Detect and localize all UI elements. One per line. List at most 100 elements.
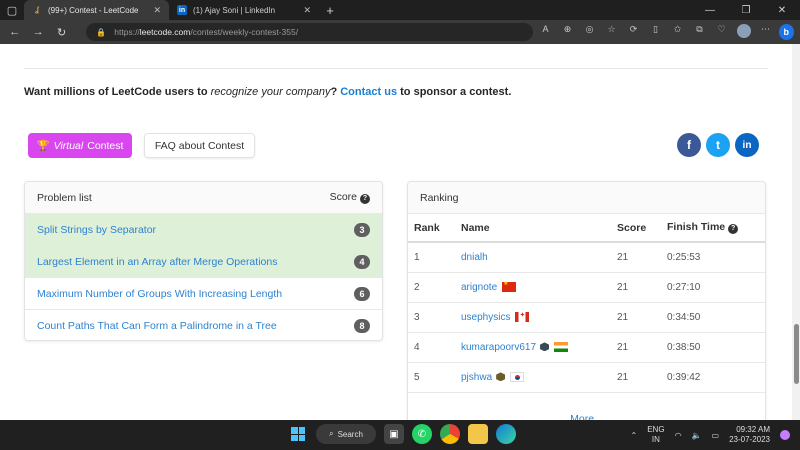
- browser-tab-bar: ▢ ʆ (99+) Contest - LeetCode ✕ in (1) Aj…: [0, 0, 800, 20]
- battery-icon[interactable]: ▭: [712, 431, 720, 440]
- user-link[interactable]: usephysics: [461, 312, 510, 323]
- new-tab-icon[interactable]: +: [319, 0, 341, 20]
- problem-row[interactable]: Maximum Number of Groups With Increasing…: [25, 278, 382, 310]
- rank-cell: 2: [408, 272, 455, 303]
- help-icon[interactable]: ?: [728, 223, 739, 234]
- system-tray: ⌃ ENG IN ◠ 🔈 ▭ 09:32 AM 23-07-2023: [631, 420, 790, 450]
- problem-list-header: Problem list Score?: [25, 182, 382, 214]
- points-badge: 6: [354, 286, 370, 301]
- faq-button[interactable]: FAQ about Contest: [144, 133, 255, 158]
- problem-row[interactable]: Count Paths That Can Form a Palindrome i…: [25, 310, 382, 340]
- edge-icon[interactable]: [496, 424, 516, 444]
- user-link[interactable]: kumarapoorv617: [461, 342, 536, 353]
- time-cell: 0:39:42: [661, 362, 765, 393]
- search-label: Search: [337, 429, 363, 439]
- points-badge: 3: [354, 222, 370, 237]
- linkedin-share-icon[interactable]: in: [735, 133, 759, 157]
- time-cell: 0:38:50: [661, 332, 765, 363]
- favorites-icon[interactable]: ✩: [671, 24, 685, 40]
- extensions-icon[interactable]: ⟳: [627, 24, 641, 40]
- problem-list-card: Problem list Score? Split Strings by Sep…: [24, 181, 383, 341]
- problem-link[interactable]: Count Paths That Can Form a Palindrome i…: [37, 320, 277, 332]
- close-tab-icon[interactable]: ✕: [153, 5, 161, 16]
- time-cell: 0:34:50: [661, 302, 765, 333]
- start-icon[interactable]: [288, 424, 308, 444]
- sponsor-italic-text: recognize your company: [210, 86, 331, 98]
- notification-icon[interactable]: [780, 430, 790, 440]
- table-row: 2 arignote 21 0:27:10: [408, 272, 765, 303]
- score-cell: 21: [611, 272, 661, 303]
- favorite-icon[interactable]: ☆: [605, 24, 619, 40]
- refresh-icon[interactable]: ↻: [53, 23, 70, 41]
- browser-essentials-icon[interactable]: ♡: [715, 24, 729, 40]
- url-field[interactable]: 🔒 https://leetcode.com/contest/weekly-co…: [86, 23, 533, 41]
- back-icon[interactable]: ←: [6, 23, 23, 41]
- twitter-share-icon[interactable]: t: [706, 133, 730, 157]
- tab-title: (99+) Contest - LeetCode: [48, 5, 139, 15]
- problem-link[interactable]: Split Strings by Separator: [37, 224, 156, 236]
- ranking-card: Ranking Rank Name Score Finish Time? 1 d…: [407, 181, 766, 420]
- rank-cell: 4: [408, 332, 455, 363]
- whatsapp-icon[interactable]: ✆: [412, 424, 432, 444]
- profile-avatar[interactable]: [736, 24, 751, 40]
- sponsor-text: to sponsor a contest.: [397, 86, 512, 98]
- page-scrollbar[interactable]: [792, 44, 800, 420]
- user-link[interactable]: dnialh: [461, 252, 488, 263]
- minimize-icon[interactable]: —: [692, 0, 728, 20]
- volume-icon[interactable]: 🔈: [692, 431, 702, 440]
- virtual-contest-button[interactable]: 🏆 Virtual Contest: [28, 133, 132, 158]
- user-link[interactable]: pjshwa: [461, 372, 492, 383]
- read-aloud-icon[interactable]: A: [539, 24, 553, 40]
- collections-icon[interactable]: ⧉: [693, 24, 707, 40]
- problem-row[interactable]: Split Strings by Separator 3: [25, 214, 382, 246]
- tab-leetcode[interactable]: ʆ (99+) Contest - LeetCode ✕: [24, 0, 169, 20]
- chrome-icon[interactable]: [440, 424, 460, 444]
- task-view-icon[interactable]: ▣: [384, 424, 404, 444]
- wifi-icon[interactable]: ◠: [675, 431, 682, 440]
- file-explorer-icon[interactable]: [468, 424, 488, 444]
- help-icon[interactable]: ?: [360, 193, 370, 204]
- tracking-icon[interactable]: ◎: [583, 24, 597, 40]
- scrollbar-thumb[interactable]: [794, 324, 799, 384]
- points-badge: 4: [354, 254, 370, 269]
- column-score: Score: [611, 214, 661, 243]
- forward-icon[interactable]: →: [29, 23, 46, 41]
- zoom-icon[interactable]: ⊕: [561, 24, 575, 40]
- url-text: https://leetcode.com/contest/weekly-cont…: [114, 27, 299, 37]
- china-flag-icon: [502, 280, 517, 292]
- more-link[interactable]: More...: [408, 408, 765, 420]
- bing-chat-icon[interactable]: b: [778, 24, 795, 40]
- chevron-up-icon[interactable]: ⌃: [631, 431, 638, 440]
- table-row: 5 pjshwa 21 0:39:42: [408, 362, 765, 393]
- close-window-icon[interactable]: ✕: [764, 0, 800, 20]
- leetcode-favicon-icon: ʆ: [35, 6, 39, 14]
- india-flag-icon: [554, 341, 569, 352]
- user-link[interactable]: arignote: [461, 282, 497, 293]
- close-tab-icon[interactable]: ✕: [303, 5, 311, 16]
- ranking-title: Ranking: [408, 182, 765, 214]
- tab-actions-icon[interactable]: ▢: [0, 0, 24, 20]
- problem-link[interactable]: Maximum Number of Groups With Increasing…: [37, 288, 282, 300]
- language-indicator[interactable]: ENG IN: [647, 425, 664, 445]
- problem-link[interactable]: Largest Element in an Array after Merge …: [37, 256, 277, 268]
- score-cell: 21: [611, 302, 661, 333]
- user-cell: dnialh: [455, 242, 611, 273]
- score-cell: 21: [611, 362, 661, 393]
- divider: [24, 68, 768, 69]
- column-finish-time: Finish Time?: [661, 214, 765, 243]
- clock[interactable]: 09:32 AM 23-07-2023: [729, 425, 770, 445]
- table-row: 3 usephysics 21 0:34:50: [408, 302, 765, 333]
- facebook-share-icon[interactable]: f: [677, 133, 701, 157]
- tab-linkedin[interactable]: in (1) Ajay Soni | LinkedIn ✕: [169, 0, 319, 20]
- more-menu-icon[interactable]: ⋯: [759, 24, 773, 40]
- sponsor-text: ?: [330, 86, 341, 98]
- problem-row[interactable]: Largest Element in an Array after Merge …: [25, 246, 382, 278]
- table-row: 1 dnialh 21 0:25:53: [408, 242, 765, 273]
- maximize-icon[interactable]: ❐: [728, 0, 764, 20]
- column-rank: Rank: [408, 214, 455, 243]
- sponsor-text: Want millions of LeetCode users to: [24, 86, 211, 98]
- taskbar-search[interactable]: ⌕ Search: [316, 424, 376, 444]
- contact-us-link[interactable]: Contact us: [340, 86, 397, 98]
- virtual-label: Virtual: [53, 139, 84, 152]
- split-screen-icon[interactable]: ▯: [649, 24, 663, 40]
